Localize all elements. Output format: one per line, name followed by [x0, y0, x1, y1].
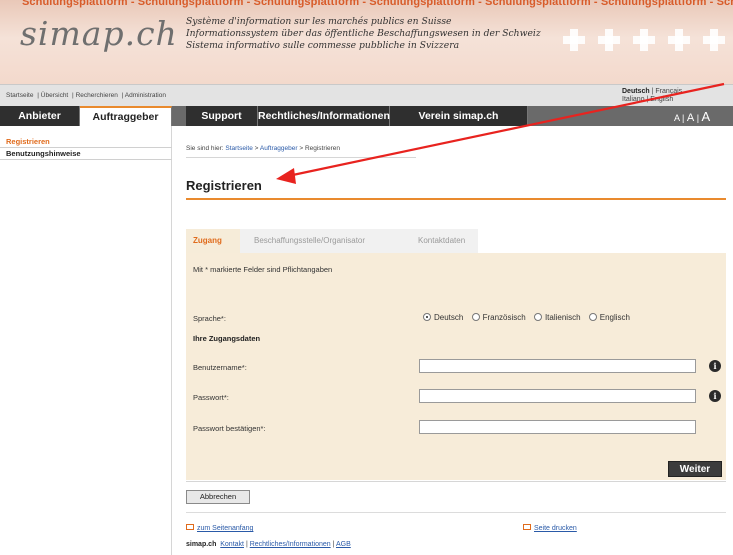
radio-button[interactable] [588, 313, 597, 321]
nav-rechtliches[interactable]: Rechtliches/Informationen [258, 106, 390, 126]
site-tagline: Système d'information sur les marchés pu… [186, 16, 541, 52]
password-input[interactable] [419, 389, 696, 403]
lang-english[interactable]: English [650, 96, 673, 103]
language-radio-group: Deutsch Französisch Italienisch Englisch [423, 313, 636, 322]
access-data-heading: Ihre Zugangsdaten [193, 334, 261, 343]
lang-deutsch[interactable]: Deutsch [622, 88, 650, 95]
breadcrumb-divider [186, 157, 416, 158]
font-size-small[interactable]: A [674, 113, 680, 123]
radio-option-italienisch[interactable]: Italienisch [533, 313, 581, 322]
nav-verein[interactable]: Verein simap.ch [390, 106, 528, 126]
back-to-top-link[interactable]: zum Seitenanfang [186, 524, 253, 532]
step-tabs: Zugang Beschaffungsstelle/Organisator Ko… [186, 229, 726, 253]
site-header: Schulungsplattform - Schulungsplattform … [0, 0, 733, 84]
tagline-french: Système d'information sur les marchés pu… [186, 16, 452, 27]
nav-anbieter[interactable]: Anbieter [0, 106, 80, 126]
radio-option-englisch[interactable]: Englisch [588, 313, 630, 322]
sidebar-item-registrieren[interactable]: Registrieren [0, 136, 172, 148]
utility-links: Startseite | Übersicht | Recherchieren |… [6, 92, 166, 99]
printer-icon [523, 524, 531, 530]
next-button[interactable]: Weiter [668, 461, 722, 477]
nav-support[interactable]: Support [186, 106, 258, 126]
footer-kontakt-link[interactable]: Kontakt [220, 541, 244, 548]
print-page-link[interactable]: Seite drucken [523, 524, 577, 532]
username-label: Benutzername*: [193, 363, 247, 372]
link-administration[interactable]: Administration [125, 92, 166, 99]
required-fields-note: Mit * markierte Felder sind Pflichtangab… [193, 265, 333, 274]
arrow-up-icon [186, 524, 194, 530]
font-size-switcher: A | A | A [674, 109, 711, 124]
confirm-password-input[interactable] [419, 420, 696, 434]
swiss-cross-icon [633, 29, 655, 51]
footer-agb-link[interactable]: AGB [336, 541, 351, 548]
cancel-button[interactable]: Abbrechen [186, 490, 250, 504]
footer-rechtliches-link[interactable]: Rechtliches/Informationen [250, 541, 331, 548]
confirm-password-label: Passwort bestätigen*: [193, 424, 266, 433]
swiss-cross-icon [703, 29, 725, 51]
font-size-large[interactable]: A [702, 109, 711, 124]
swiss-cross-icon [668, 29, 690, 51]
info-icon[interactable]: i [709, 390, 721, 402]
breadcrumb-prefix: Sie sind hier: [186, 145, 224, 152]
form-divider [186, 481, 726, 482]
font-size-medium[interactable]: A [687, 112, 694, 124]
sprache-label: Sprache*: [193, 314, 226, 323]
radio-button[interactable] [533, 313, 542, 321]
lang-italiano[interactable]: Italiano [622, 96, 645, 103]
link-uebersicht[interactable]: Übersicht [41, 92, 68, 99]
swiss-cross-icon [598, 29, 620, 51]
breadcrumb: Sie sind hier: Startseite > Auftraggeber… [186, 145, 340, 152]
sidebar: Registrieren Benutzungshinweise [0, 126, 172, 555]
language-switcher: Deutsch | Français Italiano | English [622, 88, 683, 103]
radio-button[interactable] [423, 313, 431, 321]
nav-auftraggeber[interactable]: Auftraggeber [80, 106, 172, 126]
swiss-cross-icon [563, 29, 585, 51]
radio-option-deutsch[interactable]: Deutsch [423, 313, 463, 322]
title-underline [186, 198, 726, 200]
footer-brand: simap.ch [186, 541, 217, 548]
tagline-german: Informationssystem über das öffentliche … [186, 28, 541, 39]
breadcrumb-auftraggeber[interactable]: Auftraggeber [260, 145, 298, 152]
link-recherchieren[interactable]: Recherchieren [76, 92, 118, 99]
sidebar-item-benutzungshinweise[interactable]: Benutzungshinweise [0, 148, 172, 160]
footer-divider [186, 512, 726, 513]
training-platform-watermark: Schulungsplattform - Schulungsplattform … [22, 0, 733, 8]
tab-zugang[interactable]: Zugang [186, 229, 240, 253]
info-icon[interactable]: i [709, 360, 721, 372]
breadcrumb-startseite[interactable]: Startseite [225, 145, 252, 152]
tab-kontaktdaten[interactable]: Kontaktdaten [406, 229, 478, 253]
utility-bar: Startseite | Übersicht | Recherchieren |… [0, 84, 733, 106]
radio-option-franzoesisch[interactable]: Französisch [471, 313, 526, 322]
main-navigation: Anbieter Auftraggeber Support Rechtliche… [0, 106, 733, 126]
password-label: Passwort*: [193, 393, 229, 402]
radio-button[interactable] [471, 313, 480, 321]
page-title: Registrieren [186, 178, 262, 193]
simap-logo[interactable]: simap.ch [20, 14, 178, 53]
tab-beschaffungsstelle[interactable]: Beschaffungsstelle/Organisator [240, 229, 406, 253]
lang-francais[interactable]: Français [655, 88, 682, 95]
link-startseite[interactable]: Startseite [6, 92, 33, 99]
tagline-italian: Sistema informativo sulle commesse pubbl… [186, 40, 460, 51]
breadcrumb-current: Registrieren [304, 145, 340, 152]
username-input[interactable] [419, 359, 696, 373]
site-footer: simap.ch Kontakt | Rechtliches/Informati… [186, 541, 351, 548]
